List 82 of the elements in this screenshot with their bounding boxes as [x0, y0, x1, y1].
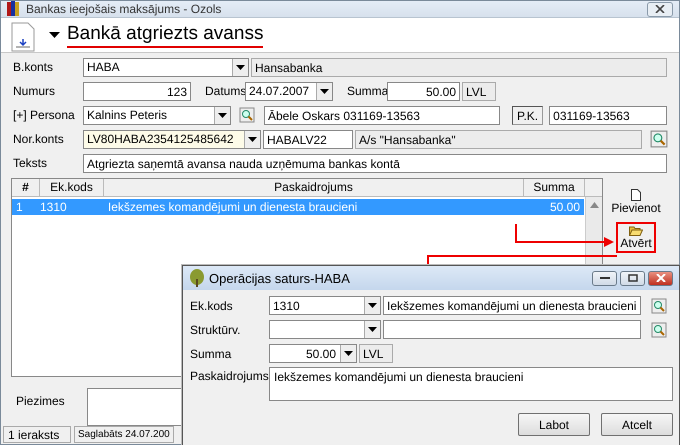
person-name-field[interactable]: Ābele Oskars 031169-13563 — [264, 106, 500, 124]
close-button[interactable] — [648, 270, 673, 286]
number-field[interactable]: 123 — [83, 82, 191, 100]
dropdown-button[interactable] — [214, 106, 230, 124]
caret-icon — [344, 351, 353, 356]
dropdown-button[interactable] — [244, 130, 260, 148]
caret-icon — [368, 327, 377, 332]
field-label: Paskaidrojums — [190, 368, 269, 383]
column-header[interactable]: Ek.kods — [40, 179, 104, 196]
status-text: 1 ieraksts — [3, 426, 71, 443]
description-field[interactable] — [383, 320, 641, 339]
cancel-button[interactable]: Atcelt — [601, 413, 673, 436]
personal-code-field[interactable]: 031169-13563 — [549, 106, 667, 124]
caret-icon — [218, 112, 227, 118]
code-combo[interactable]: 1310 — [269, 296, 381, 315]
caret-icon — [320, 88, 329, 94]
tree-icon — [189, 269, 205, 287]
search-icon[interactable] — [651, 298, 667, 314]
field-label: [+] Persona — [12, 108, 76, 122]
search-icon[interactable] — [239, 107, 255, 123]
currency-field: LVL — [462, 82, 496, 100]
text-field[interactable]: Atgriezta saņemtā avansa nauda uzņēmuma bankas kontā — [83, 154, 667, 172]
field-label: Numurs — [12, 84, 56, 98]
books-icon — [7, 1, 21, 17]
bank-name-field: Hansabanka — [251, 58, 667, 76]
leader-line — [515, 224, 517, 242]
dialog-title: Operācijas saturs-HABA — [209, 270, 351, 286]
field-label: Piezimes — [15, 393, 66, 410]
table-cell-text: 50.00 — [548, 199, 582, 215]
search-icon[interactable] — [650, 130, 668, 148]
code-label: P.K. — [512, 106, 544, 124]
maximize-button[interactable] — [620, 270, 645, 286]
bank-name-field: A/s "Hansabanka" — [355, 130, 642, 148]
caret-icon[interactable] — [49, 32, 60, 38]
field-label: Summa — [347, 84, 387, 98]
maximize-icon — [628, 274, 638, 282]
dropdown-button[interactable] — [364, 297, 380, 314]
dropdown-button[interactable] — [232, 58, 248, 76]
table-cell-text: 1 — [15, 199, 24, 215]
field-label: Datums — [205, 84, 245, 98]
table-cell-text: Iekšzemes komandējumi un dienesta braucieni — [106, 199, 358, 215]
minimize-icon — [600, 276, 610, 280]
person-combo[interactable]: Kalnins Peteris — [83, 106, 231, 124]
close-icon — [656, 274, 666, 282]
add-button[interactable]: Pievienot — [607, 186, 665, 218]
field-label: B.konts — [12, 60, 54, 74]
swift-field[interactable]: HABALV22 — [263, 130, 353, 148]
scroll-up-icon[interactable] — [590, 202, 598, 208]
close-button[interactable] — [647, 2, 673, 16]
account-combo[interactable]: HABA — [83, 58, 249, 76]
caret-icon — [248, 136, 257, 142]
table-cell-text: 1310 — [40, 199, 68, 215]
field-label: Teksts — [12, 156, 48, 170]
search-icon[interactable] — [651, 322, 667, 338]
currency-field: LVL — [359, 344, 393, 363]
amount-combo[interactable]: 50.00 — [269, 344, 357, 363]
dropdown-button[interactable] — [364, 321, 380, 338]
field-label: Ek.kods — [190, 298, 234, 312]
caret-icon — [236, 64, 245, 70]
column-header[interactable]: Paskaidrojums — [104, 179, 524, 196]
document-title: Bankā atgriezts avanss — [67, 22, 264, 48]
field-label: Nor.konts — [12, 132, 65, 146]
close-icon — [655, 5, 665, 13]
minimize-button[interactable] — [592, 270, 617, 286]
account-combo[interactable]: LV80HABA2354125485642 — [83, 130, 261, 148]
column-header[interactable]: Summa — [524, 179, 585, 196]
caret-icon — [368, 303, 377, 308]
column-header[interactable]: # — [12, 179, 40, 196]
amount-field[interactable]: 50.00 — [387, 82, 460, 100]
status-text: Saglabāts 24.07.200 — [74, 426, 174, 443]
dropdown-button[interactable] — [340, 345, 356, 362]
dropdown-button[interactable] — [316, 82, 332, 100]
field-label: Struktūrv. — [190, 322, 242, 336]
description-field[interactable]: Iekšzemes komandējumi un dienesta braucieni — [383, 296, 641, 315]
edit-button[interactable]: Labot — [518, 413, 590, 436]
explanation-field[interactable]: Iekšzemes komandējumi un dienesta braucieni — [269, 367, 673, 401]
document-icon — [631, 189, 641, 201]
field-label: Summa — [190, 346, 232, 360]
open-button[interactable]: Atvērt — [616, 222, 656, 253]
date-combo[interactable]: 24.07.2007 — [245, 82, 333, 100]
window-title: Bankas ieejošais maksājums - Ozols — [26, 2, 222, 16]
folder-icon — [629, 225, 643, 236]
